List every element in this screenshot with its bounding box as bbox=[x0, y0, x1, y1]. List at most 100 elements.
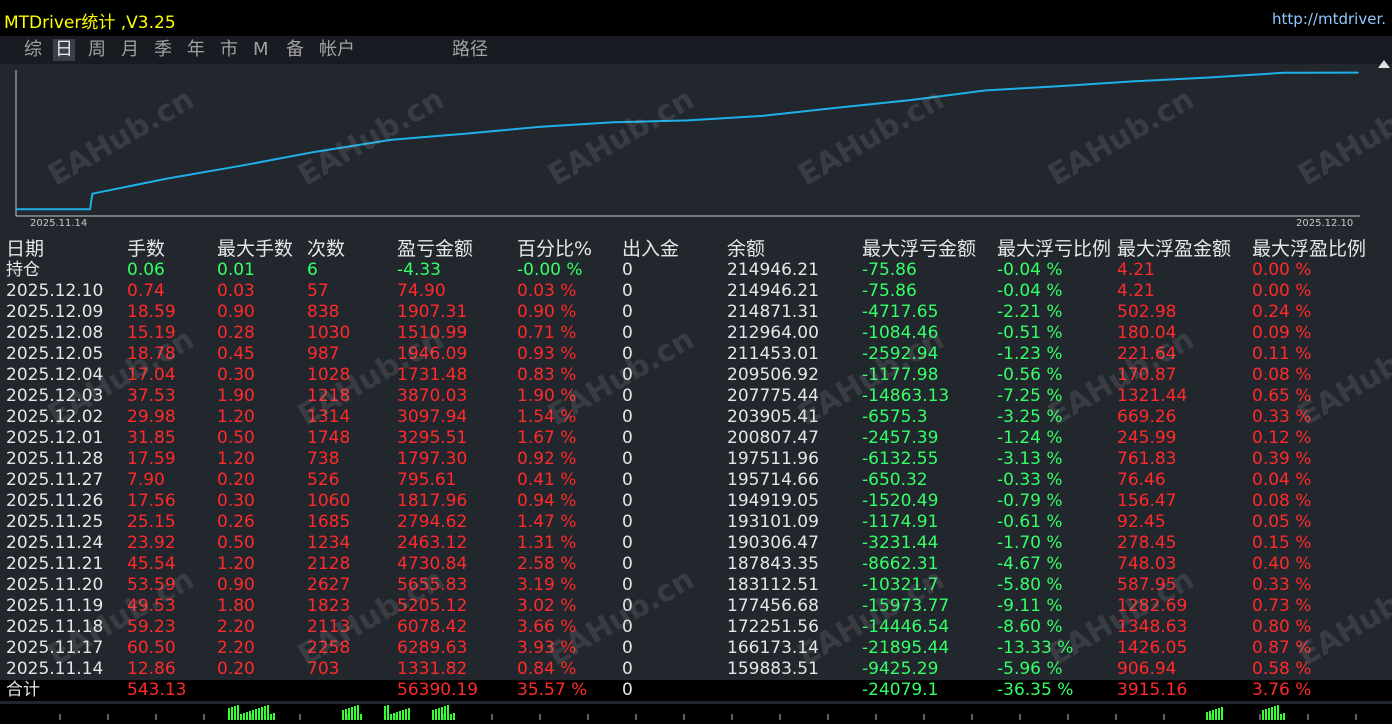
tab-yearly[interactable]: 年 bbox=[185, 39, 207, 61]
cell-deposit: 0 bbox=[622, 596, 633, 616]
cell-max-float-loss-pct: -1.70 % bbox=[997, 533, 1063, 553]
cell-max-float-loss-pct: -7.25 % bbox=[997, 386, 1063, 406]
header-balance[interactable]: 余额 bbox=[727, 236, 874, 262]
cell-max-lots: 0.50 bbox=[217, 428, 255, 448]
header-count[interactable]: 次数 bbox=[307, 236, 409, 262]
app-title: MTDriver统计 ,V3.25 bbox=[4, 13, 176, 33]
tab-market[interactable]: 市 bbox=[218, 39, 240, 61]
cell-max-lots: 0.90 bbox=[217, 302, 255, 322]
cell-max-float-loss-pct: -0.61 % bbox=[997, 512, 1063, 532]
table-row[interactable]: 2025.11.20 53.59 0.90 2627 5655.83 3.19 % 0 183… bbox=[0, 575, 1392, 596]
equity-point bbox=[166, 177, 168, 180]
histogram-bar bbox=[1221, 707, 1223, 720]
tab-weekly[interactable]: 周 bbox=[86, 39, 108, 61]
cell-pnl: 1331.82 bbox=[397, 659, 468, 679]
header-pnl[interactable]: 盈亏金额 bbox=[397, 236, 529, 262]
tab-summary[interactable]: 综 bbox=[22, 39, 44, 61]
cell-date: 2025.11.25 bbox=[6, 512, 104, 532]
histogram-bar bbox=[354, 706, 356, 720]
open-positions-row[interactable]: 持仓 0.06 0.01 6 -4.33 -0.00 % 0 214946.21 -75.86 -… bbox=[0, 260, 1392, 281]
cell-max-float-loss: -4717.65 bbox=[862, 302, 939, 322]
table-row[interactable]: 2025.12.09 18.59 0.90 838 1907.31 0.90 % 0 2148… bbox=[0, 302, 1392, 323]
equity-chart-svg bbox=[15, 70, 1360, 217]
tab-m[interactable]: M bbox=[251, 39, 271, 61]
cell-date: 2025.12.02 bbox=[6, 407, 104, 427]
cell-max-float-loss: -21895.44 bbox=[862, 638, 950, 658]
table-row[interactable]: 2025.12.08 15.19 0.28 1030 1510.99 0.71 % 0 212… bbox=[0, 323, 1392, 344]
cell-max-float-loss: -3231.44 bbox=[862, 533, 939, 553]
table-row[interactable]: 2025.11.26 17.56 0.30 1060 1817.96 0.94 % 0 194… bbox=[0, 491, 1392, 512]
table-row[interactable]: 2025.11.27 7.90 0.20 526 795.61 0.41 % 0 195714… bbox=[0, 470, 1392, 491]
cell-count: 838 bbox=[307, 302, 340, 322]
cell-balance: 211453.01 bbox=[727, 344, 819, 364]
tab-account[interactable]: 帐户 bbox=[317, 39, 357, 61]
cell-pnl: 1797.30 bbox=[397, 449, 468, 469]
histogram-bar bbox=[1277, 705, 1279, 720]
table-row[interactable]: 2025.11.14 12.86 0.20 703 1331.82 0.84 % 0 1598… bbox=[0, 659, 1392, 680]
cell-pnl: 6289.63 bbox=[397, 638, 468, 658]
cell-lots: 25.15 bbox=[127, 512, 176, 532]
table-row[interactable]: 2025.12.10 0.74 0.03 57 74.90 0.03 % 0 214946.2… bbox=[0, 281, 1392, 302]
cell-percent: 0.90 % bbox=[517, 302, 577, 322]
cell-deposit: 0 bbox=[622, 575, 633, 595]
cell-deposit: 0 bbox=[622, 407, 633, 427]
histogram-bar bbox=[255, 709, 257, 720]
header-max-float-loss[interactable]: 最大浮亏金额 bbox=[862, 236, 1009, 262]
cell-lots: 15.19 bbox=[127, 323, 176, 343]
cell-count: 1748 bbox=[307, 428, 351, 448]
cell-deposit: 0 bbox=[622, 533, 633, 553]
cell-max-float-profit-pct: 0.33 % bbox=[1252, 575, 1312, 595]
table-row[interactable]: 2025.11.21 45.54 1.20 2128 4730.84 2.58 % 0 187… bbox=[0, 554, 1392, 575]
cell-max-float-profit: 761.83 bbox=[1117, 449, 1177, 469]
cell-percent: 0.94 % bbox=[517, 491, 577, 511]
tab-notes[interactable]: 备 bbox=[284, 39, 306, 61]
table-row[interactable]: 2025.11.28 17.59 1.20 738 1797.30 0.92 % 0 1975… bbox=[0, 449, 1392, 470]
equity-point bbox=[910, 99, 913, 101]
cell-max-float-loss-pct: -0.79 % bbox=[997, 491, 1063, 511]
cell-date: 2025.11.17 bbox=[6, 638, 104, 658]
histogram-bar bbox=[432, 710, 434, 720]
cell-max-float-profit-pct: 0.08 % bbox=[1252, 365, 1312, 385]
histogram-bar bbox=[270, 714, 272, 720]
header-max-float-profit[interactable]: 最大浮盈金额 bbox=[1117, 236, 1264, 262]
table-row[interactable]: 2025.12.04 17.04 0.30 1028 1731.48 0.83 % 0 209… bbox=[0, 365, 1392, 386]
header-date[interactable]: 日期 bbox=[6, 236, 138, 262]
cell-max-float-loss: -6575.3 bbox=[862, 407, 928, 427]
cell-count: 703 bbox=[307, 659, 340, 679]
equity-point bbox=[463, 133, 466, 135]
cell-max-float-loss: -24079.1 bbox=[862, 680, 939, 700]
table-row[interactable]: 2025.11.24 23.92 0.50 1234 2463.12 1.31 % 0 190… bbox=[0, 533, 1392, 554]
app-url-link[interactable]: http://mtdriver. bbox=[1272, 10, 1386, 28]
header-max-float-loss-pct[interactable]: 最大浮亏比例 bbox=[997, 236, 1129, 262]
cell-percent: 0.83 % bbox=[517, 365, 577, 385]
cell-max-float-profit: 180.04 bbox=[1117, 323, 1177, 343]
cell-deposit: 0 bbox=[622, 470, 633, 490]
header-lots[interactable]: 手数 bbox=[127, 236, 229, 262]
table-row[interactable]: 2025.12.01 31.85 0.50 1748 3295.51 1.67 % 0 200… bbox=[0, 428, 1392, 449]
table-row[interactable]: 2025.11.19 49.53 1.80 1823 5205.12 3.02 % 0 177… bbox=[0, 596, 1392, 617]
table-row[interactable]: 2025.12.03 37.53 1.90 1218 3870.03 1.90 % 0 207… bbox=[0, 386, 1392, 407]
cell-balance: 209506.92 bbox=[727, 365, 819, 385]
table-row[interactable]: 2025.11.18 59.23 2.20 2113 6078.42 3.66 % 0 172… bbox=[0, 617, 1392, 638]
cell-max-float-loss-pct: -36.35 % bbox=[997, 680, 1074, 700]
total-row[interactable]: 合计 543.13 56390.19 35.57 % 0 -24079.1 -36.35 %… bbox=[0, 680, 1392, 701]
header-percent[interactable]: 百分比% bbox=[517, 236, 634, 262]
cell-lots: 17.04 bbox=[127, 365, 176, 385]
cell-count: 1234 bbox=[307, 533, 351, 553]
table-row[interactable]: 2025.12.02 29.98 1.20 1314 3097.94 1.54 % 0 203… bbox=[0, 407, 1392, 428]
tab-quarterly[interactable]: 季 bbox=[152, 39, 174, 61]
header-max-float-profit-pct[interactable]: 最大浮盈比例 bbox=[1252, 236, 1392, 262]
scroll-up-icon[interactable] bbox=[1378, 60, 1390, 68]
cell-max-lots: 0.30 bbox=[217, 491, 255, 511]
table-row[interactable]: 2025.11.17 60.50 2.20 2258 6289.63 3.93 % 0 166… bbox=[0, 638, 1392, 659]
tab-path[interactable]: 路径 bbox=[450, 39, 490, 61]
cell-max-float-loss: -14863.13 bbox=[862, 386, 950, 406]
cell-max-float-loss-pct: -4.67 % bbox=[997, 554, 1063, 574]
cell-percent: 1.54 % bbox=[517, 407, 577, 427]
tab-daily[interactable]: 日 bbox=[53, 39, 75, 61]
header-max-lots[interactable]: 最大手数 bbox=[217, 236, 319, 262]
table-row[interactable]: 2025.11.25 25.15 0.26 1685 2794.62 1.47 % 0 193… bbox=[0, 512, 1392, 533]
tab-monthly[interactable]: 月 bbox=[119, 39, 141, 61]
table-row[interactable]: 2025.12.05 18.78 0.45 987 1946.09 0.93 % 0 2114… bbox=[0, 344, 1392, 365]
header-deposit[interactable]: 出入金 bbox=[622, 236, 739, 262]
